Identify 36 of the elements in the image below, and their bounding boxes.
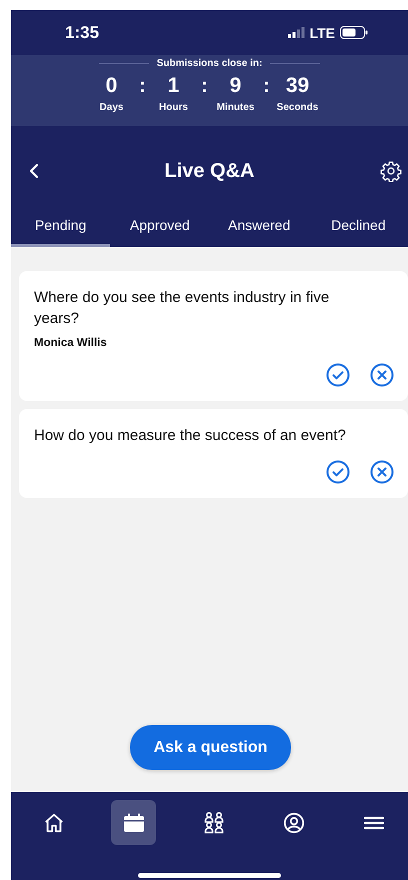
tab[interactable]: Answered bbox=[210, 206, 309, 247]
network-label: LTE bbox=[310, 24, 335, 40]
countdown-unit: Days bbox=[100, 102, 124, 113]
nav-tab[interactable] bbox=[111, 800, 156, 845]
tab[interactable]: Approved bbox=[110, 206, 210, 247]
decline-icon[interactable] bbox=[370, 363, 394, 387]
countdown-value: 1 bbox=[168, 74, 180, 98]
countdown-value: 0 bbox=[106, 74, 118, 98]
menu-icon bbox=[364, 814, 384, 830]
countdown-separator: : bbox=[200, 74, 209, 98]
countdown-separator: : bbox=[138, 74, 147, 98]
countdown-separator: : bbox=[262, 74, 271, 98]
status-time: 1:35 bbox=[65, 22, 100, 42]
signal-icon bbox=[288, 27, 305, 38]
author-name: Monica Willis bbox=[34, 337, 108, 349]
page-title: Live Q&A bbox=[164, 160, 255, 182]
tab[interactable]: Declined bbox=[308, 206, 408, 247]
countdown-value: 9 bbox=[230, 74, 242, 98]
countdown-unit: Hours bbox=[159, 102, 188, 113]
question-text: How do you measure the success of an event? bbox=[34, 426, 347, 446]
back-icon[interactable] bbox=[29, 163, 39, 179]
decline-icon[interactable] bbox=[370, 460, 394, 484]
question-text: Where do you see the events industry in five years? bbox=[34, 288, 330, 329]
home-icon bbox=[42, 812, 64, 834]
profile-icon bbox=[282, 812, 304, 834]
countdown-unit: Seconds bbox=[276, 102, 318, 113]
approve-icon[interactable] bbox=[326, 460, 350, 484]
calendar-icon bbox=[122, 812, 144, 832]
countdown-label: Submissions close in: bbox=[156, 58, 262, 69]
ask-question-button[interactable]: Ask a question bbox=[130, 725, 292, 770]
countdown-value: 39 bbox=[286, 74, 310, 98]
settings-icon[interactable] bbox=[380, 160, 402, 182]
approve-icon[interactable] bbox=[326, 363, 350, 387]
countdown-unit: Minutes bbox=[216, 102, 254, 113]
battery-icon bbox=[340, 26, 368, 39]
people-icon bbox=[204, 812, 224, 834]
